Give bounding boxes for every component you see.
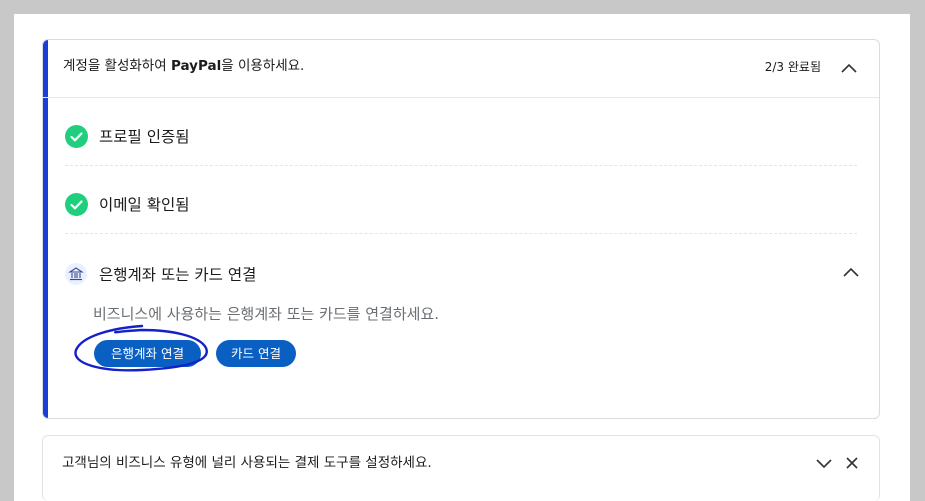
page-background: 계정을 활성화하여 PayPal을 이용하세요. 2/3 완료됨 프로필 인증됨… <box>14 14 910 501</box>
chevron-down-icon[interactable] <box>814 453 834 473</box>
card-title: 고객님의 비즈니스 유형에 널리 사용되는 결제 도구를 설정하세요. <box>62 455 432 471</box>
step-link-bank-or-card: 은행계좌 또는 카드 연결 비즈니스에 사용하는 은행계좌 또는 카드를 연결하… <box>65 245 859 395</box>
checkmark-icon <box>65 193 88 216</box>
card-title: 계정을 활성화하여 PayPal을 이용하세요. <box>63 54 304 74</box>
progress-status: 2/3 완료됨 <box>764 60 821 74</box>
step-label: 프로필 인증됨 <box>99 128 190 146</box>
title-brand: PayPal <box>170 58 222 74</box>
account-activation-card: 계정을 활성화하여 PayPal을 이용하세요. 2/3 완료됨 프로필 인증됨… <box>42 39 880 419</box>
card-header: 계정을 활성화하여 PayPal을 이용하세요. 2/3 완료됨 <box>43 40 879 98</box>
chevron-up-icon[interactable] <box>841 263 861 283</box>
bank-icon <box>65 263 87 285</box>
link-bank-account-button[interactable]: 은행계좌 연결 <box>94 340 201 367</box>
checkmark-icon <box>65 125 88 148</box>
payment-tools-card: 고객님의 비즈니스 유형에 널리 사용되는 결제 도구를 설정하세요. <box>42 435 880 501</box>
title-text-post: 을 이용하세요. <box>221 58 305 74</box>
step-email-verified: 이메일 확인됨 <box>65 166 857 234</box>
chevron-up-icon[interactable] <box>839 59 859 79</box>
link-card-button[interactable]: 카드 연결 <box>216 340 296 367</box>
step-label: 이메일 확인됨 <box>99 196 190 214</box>
step-description: 비즈니스에 사용하는 은행계좌 또는 카드를 연결하세요. <box>93 305 440 323</box>
step-profile-verified: 프로필 인증됨 <box>65 98 857 166</box>
title-text-pre: 계정을 활성화하여 <box>63 58 171 74</box>
close-icon[interactable] <box>842 453 862 473</box>
step-label: 은행계좌 또는 카드 연결 <box>99 266 257 284</box>
